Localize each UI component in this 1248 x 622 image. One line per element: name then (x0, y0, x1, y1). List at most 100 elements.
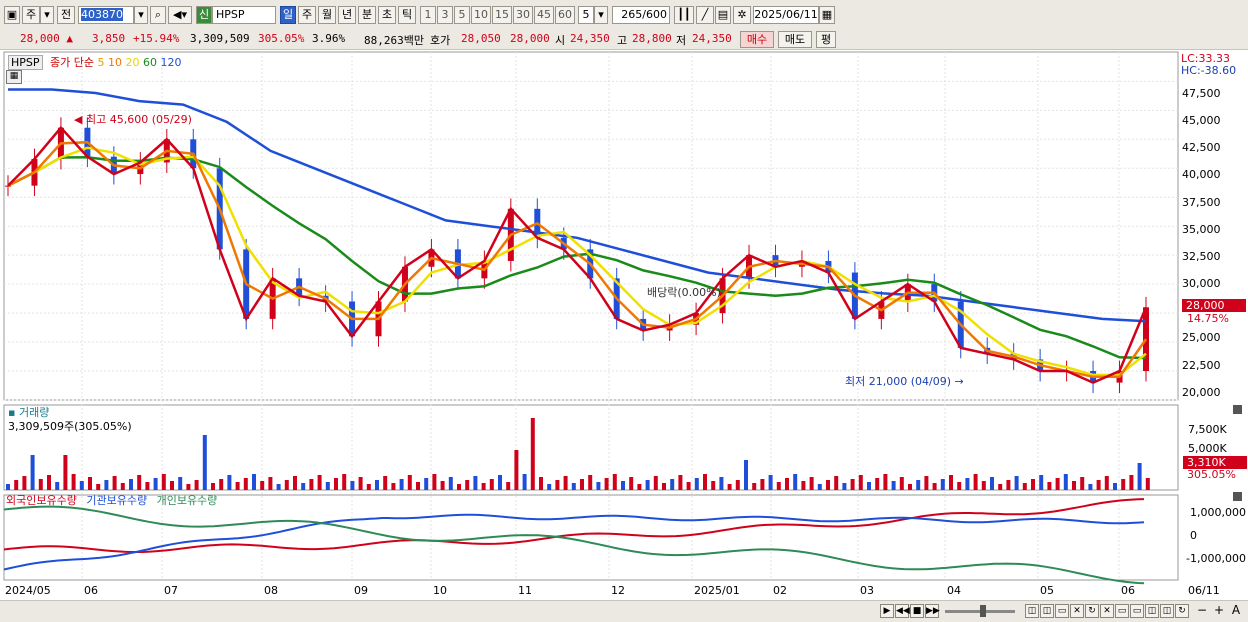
high-price: 28,800 (632, 32, 672, 45)
volume-bar (416, 482, 420, 490)
tool-icon[interactable]: ✕ (1100, 604, 1114, 618)
volume-bar (1121, 479, 1126, 490)
tool-icon[interactable]: ◫ (1040, 604, 1054, 618)
tool-icon[interactable]: ↻ (1085, 604, 1099, 618)
volume-bar (604, 478, 609, 490)
high-label: 고 (617, 34, 628, 47)
holder-panel-close-icon[interactable] (1233, 492, 1242, 501)
stop-button[interactable]: ■ (910, 604, 924, 618)
legend-institution: 기관보유수량 (86, 494, 148, 507)
mode-select[interactable]: 주 (22, 6, 40, 24)
period-week[interactable]: 주 (298, 6, 316, 24)
buy-button[interactable]: 매수 (740, 31, 774, 48)
volume-bar (301, 483, 306, 490)
interval-input[interactable]: 5 (578, 6, 594, 24)
volume-bar (1104, 476, 1109, 490)
tool-icon[interactable]: ◫ (1025, 604, 1039, 618)
tool-icon[interactable]: ✕ (1070, 604, 1084, 618)
layout-icon[interactable]: ▣ (4, 6, 20, 24)
tool-icon[interactable]: ◫ (1160, 604, 1174, 618)
stock-name[interactable]: HPSP (212, 6, 276, 24)
volume-bar (309, 479, 314, 490)
interval-45[interactable]: 45 (534, 6, 554, 24)
period-minute[interactable]: 분 (358, 6, 376, 24)
time-label: 11 (518, 584, 532, 597)
auto-scale-button[interactable]: A (1229, 604, 1243, 618)
calculator-icon[interactable]: ▦ (6, 70, 22, 84)
legend-symbol: HPSP (8, 55, 43, 70)
volume-bar (1080, 477, 1085, 490)
code-dropdown-icon[interactable]: ▾ (134, 6, 148, 24)
interval-60[interactable]: 60 (555, 6, 575, 24)
holder-tick: -1,000,000 (1186, 552, 1246, 565)
mode-dropdown-icon[interactable]: ▾ (40, 6, 54, 24)
volume-bar (735, 480, 740, 490)
zoom-in-button[interactable]: + (1212, 604, 1226, 618)
tool-icon[interactable]: ▭ (1130, 604, 1144, 618)
period-month[interactable]: 월 (318, 6, 336, 24)
date-field[interactable]: 2025/06/11 (753, 6, 819, 24)
interval-30[interactable]: 30 (513, 6, 533, 24)
play-button[interactable]: ▶ (880, 604, 894, 618)
tool-icon[interactable]: ▭ (1055, 604, 1069, 618)
tool-icon[interactable]: ◫ (1145, 604, 1159, 618)
search-icon[interactable]: ⌕ (150, 6, 166, 24)
volume-bar (366, 484, 371, 490)
save-icon[interactable]: ▤ (715, 6, 731, 24)
code-input[interactable]: 403870 (78, 6, 134, 24)
volume-bar (1006, 480, 1011, 490)
volume-bar (399, 479, 404, 490)
volume-bar (793, 474, 798, 490)
volume-bar (284, 480, 289, 490)
period-day[interactable]: 일 (280, 6, 296, 24)
interval-10[interactable]: 10 (471, 6, 491, 24)
speaker-icon[interactable]: ◀▾ (168, 6, 192, 24)
volume-bar (883, 474, 888, 490)
volume-bar (949, 475, 953, 490)
volume-bar (678, 475, 683, 490)
period-tick[interactable]: 틱 (398, 6, 416, 24)
volume-bar (22, 476, 27, 490)
candle-icon[interactable]: ┃┃ (674, 6, 694, 24)
volume-tick: 5,000K (1188, 442, 1227, 455)
interval-3[interactable]: 3 (437, 6, 453, 24)
interval-15[interactable]: 15 (492, 6, 512, 24)
volume-bar (940, 479, 945, 490)
forward-button[interactable]: ▶▶ (925, 604, 940, 618)
volume-bar (1047, 482, 1052, 490)
sell-button[interactable]: 매도 (778, 31, 812, 48)
tool-icon[interactable]: ↻ (1175, 604, 1189, 618)
slider-handle[interactable] (980, 605, 986, 617)
volume-bar (1145, 478, 1150, 490)
volume-bar (465, 480, 470, 490)
period-second[interactable]: 초 (378, 6, 396, 24)
volume-bar (850, 479, 855, 490)
period-year[interactable]: 년 (338, 6, 356, 24)
draw-tool-icon[interactable]: ╱ (696, 6, 714, 24)
tool-icon[interactable]: ▭ (1115, 604, 1129, 618)
volume-bar (1039, 475, 1044, 490)
interval-1[interactable]: 1 (420, 6, 436, 24)
current-price-pct: 14.75% (1187, 312, 1229, 325)
volume-panel-close-icon[interactable] (1233, 405, 1242, 414)
zoom-out-button[interactable]: − (1195, 604, 1209, 618)
chart-canvas[interactable] (0, 50, 1248, 600)
ask-price-1: 28,050 (461, 32, 501, 45)
volume-readout: 3,309,509주(305.05%) (8, 420, 132, 433)
side-select[interactable]: 전 (57, 6, 75, 24)
volume-bar (63, 455, 68, 490)
interval-dropdown-icon[interactable]: ▾ (594, 6, 608, 24)
gear-icon[interactable]: ✲ (733, 6, 751, 24)
volume-bar (670, 479, 675, 490)
volume-bar (170, 481, 174, 490)
calendar-icon[interactable]: ▦ (819, 6, 835, 24)
interval-5[interactable]: 5 (454, 6, 470, 24)
volume-bar (580, 479, 584, 490)
volume-current-pct: 305.05% (1187, 468, 1236, 481)
avg-button[interactable]: 평 (816, 31, 836, 48)
volume-bar (293, 476, 297, 490)
volume-bar (432, 474, 437, 490)
volume-bar (908, 484, 912, 490)
rewind-button[interactable]: ◀◀ (895, 604, 910, 618)
count-field[interactable]: 265/600 (612, 6, 670, 24)
